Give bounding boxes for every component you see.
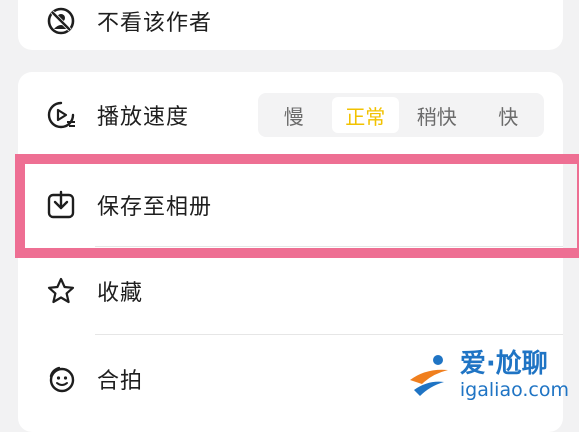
speed-selector: 慢 正常 稍快 快 [258,93,544,137]
duet-label: 合拍 [97,369,144,394]
playback-speed-label: 播放速度 [97,105,190,130]
block-user-icon [46,6,76,36]
playback-speed-row: 播放速度 慢 正常 稍快 快 [18,72,563,158]
block-author-row[interactable]: 不看该作者 [18,0,563,64]
watermark-url: igaliao.com [459,379,569,401]
favorite-row[interactable]: 收藏 [18,248,563,334]
speed-option-slow[interactable]: 慢 [260,97,328,133]
star-icon [46,276,76,306]
play-speed-icon [46,100,76,130]
save-to-album-label: 保存至相册 [97,195,213,220]
speed-option-normal[interactable]: 正常 [331,97,399,133]
watermark-title: 爱·尬聊 [459,349,548,379]
menu-card-top: 不看该作者 [18,0,563,50]
divider [95,334,563,335]
duet-icon [46,364,76,394]
speed-option-faster[interactable]: 稍快 [403,97,471,133]
watermark: 爱·尬聊 igaliao.com [404,349,569,401]
watermark-logo-icon [409,355,448,396]
speed-option-fast[interactable]: 快 [475,97,543,133]
download-icon [46,190,76,220]
favorite-label: 收藏 [97,281,144,306]
save-to-album-row[interactable]: 保存至相册 [18,162,563,248]
divider [95,246,563,247]
block-author-label: 不看该作者 [97,11,213,36]
